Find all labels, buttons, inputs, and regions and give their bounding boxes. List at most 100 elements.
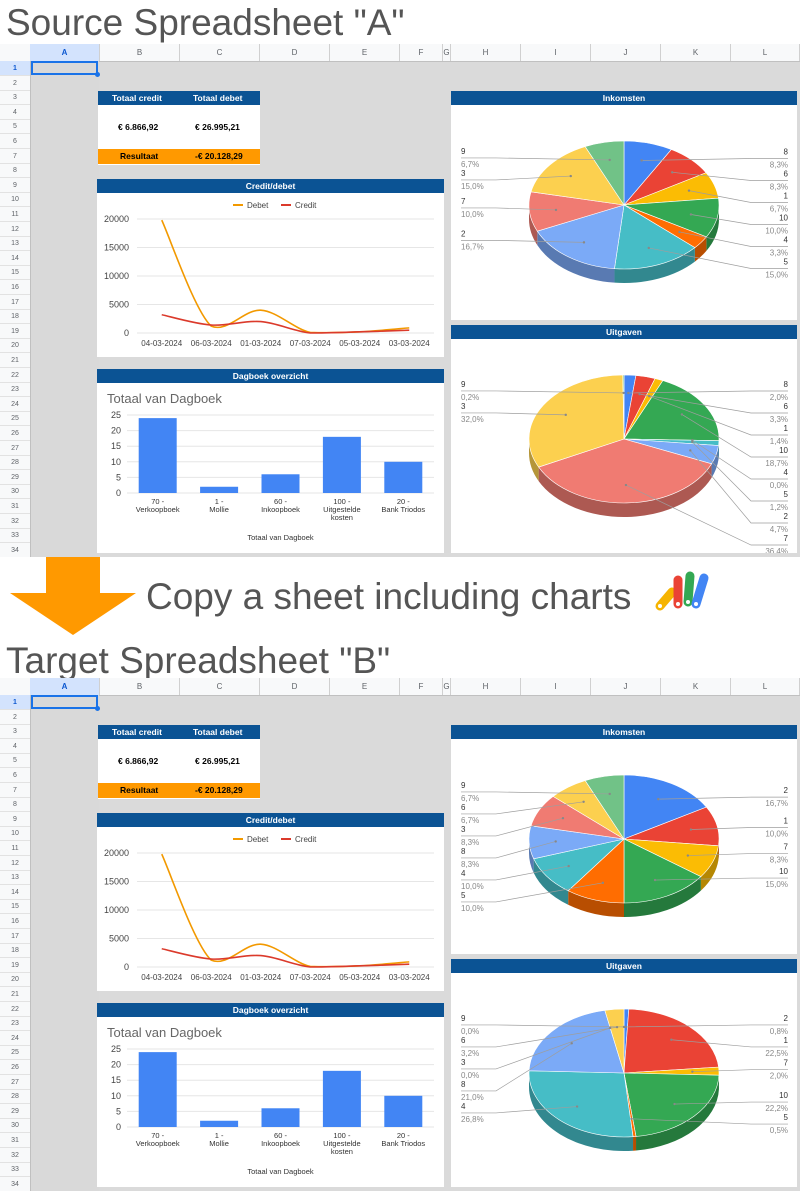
- row-header-22[interactable]: 22: [0, 1002, 30, 1017]
- row-header-2[interactable]: 2: [0, 76, 30, 91]
- credit-debet-chart[interactable]: Credit/debet 0500010000150002000004-03-2…: [97, 813, 444, 991]
- row-header-21[interactable]: 21: [0, 353, 30, 368]
- column-header-f[interactable]: F: [400, 678, 443, 695]
- inkomsten-chart[interactable]: Inkomsten 216,7%110,0%78,3%1015,0%96,7%6…: [451, 725, 797, 954]
- column-header-e[interactable]: E: [330, 678, 400, 695]
- row-header-15[interactable]: 15: [0, 265, 30, 280]
- row-header-23[interactable]: 23: [0, 382, 30, 397]
- row-header-28[interactable]: 28: [0, 455, 30, 470]
- column-header-d[interactable]: D: [260, 678, 330, 695]
- column-header-g[interactable]: G: [443, 678, 451, 695]
- row-header-5[interactable]: 5: [0, 753, 30, 768]
- row-header-20[interactable]: 20: [0, 338, 30, 353]
- column-header-a[interactable]: A: [30, 44, 100, 61]
- row-header-13[interactable]: 13: [0, 236, 30, 251]
- summary-table[interactable]: Totaal credit Totaal debet € 6.866,92 € …: [98, 91, 260, 165]
- row-header-29[interactable]: 29: [0, 1104, 30, 1119]
- column-a-cells[interactable]: [31, 61, 99, 557]
- column-header-l[interactable]: L: [731, 678, 800, 695]
- inkomsten-chart[interactable]: Inkomsten 88,3%68,3%16,7%1010,0%43,3%515…: [451, 91, 797, 320]
- row-header-2[interactable]: 2: [0, 710, 30, 725]
- row-header-32[interactable]: 32: [0, 514, 30, 529]
- column-header-h[interactable]: H: [451, 44, 521, 61]
- column-header-e[interactable]: E: [330, 44, 400, 61]
- row-header-26[interactable]: 26: [0, 426, 30, 441]
- row-header-18[interactable]: 18: [0, 943, 30, 958]
- row-header-24[interactable]: 24: [0, 397, 30, 412]
- dagboek-chart[interactable]: Dagboek overzicht Totaal van Dagboek0510…: [97, 1003, 444, 1187]
- row-header-16[interactable]: 16: [0, 280, 30, 295]
- row-header-8[interactable]: 8: [0, 797, 30, 812]
- column-header-i[interactable]: I: [521, 678, 591, 695]
- row-header-11[interactable]: 11: [0, 841, 30, 856]
- row-header-4[interactable]: 4: [0, 105, 30, 120]
- column-header-k[interactable]: K: [661, 678, 731, 695]
- column-header-f[interactable]: F: [400, 44, 443, 61]
- row-header-20[interactable]: 20: [0, 972, 30, 987]
- selected-cell-a1[interactable]: [31, 695, 98, 709]
- row-header-14[interactable]: 14: [0, 885, 30, 900]
- column-header-h[interactable]: H: [451, 678, 521, 695]
- row-header-4[interactable]: 4: [0, 739, 30, 754]
- row-header-30[interactable]: 30: [0, 484, 30, 499]
- row-header-34[interactable]: 34: [0, 543, 30, 557]
- row-header-12[interactable]: 12: [0, 856, 30, 871]
- column-header-g[interactable]: G: [443, 44, 451, 61]
- row-header-1[interactable]: 1: [0, 695, 30, 710]
- column-header-k[interactable]: K: [661, 44, 731, 61]
- row-header-3[interactable]: 3: [0, 724, 30, 739]
- row-header-7[interactable]: 7: [0, 149, 30, 164]
- row-header-13[interactable]: 13: [0, 870, 30, 885]
- row-header-33[interactable]: 33: [0, 528, 30, 543]
- row-header-22[interactable]: 22: [0, 368, 30, 383]
- row-header-21[interactable]: 21: [0, 987, 30, 1002]
- row-header-7[interactable]: 7: [0, 783, 30, 798]
- row-header-8[interactable]: 8: [0, 163, 30, 178]
- row-header-18[interactable]: 18: [0, 309, 30, 324]
- column-header-d[interactable]: D: [260, 44, 330, 61]
- row-header-28[interactable]: 28: [0, 1089, 30, 1104]
- column-header-c[interactable]: C: [180, 678, 260, 695]
- row-header-31[interactable]: 31: [0, 1133, 30, 1148]
- row-header-27[interactable]: 27: [0, 1075, 30, 1090]
- column-header-l[interactable]: L: [731, 44, 800, 61]
- row-header-15[interactable]: 15: [0, 899, 30, 914]
- dagboek-chart[interactable]: Dagboek overzicht Totaal van Dagboek0510…: [97, 369, 444, 553]
- row-header-16[interactable]: 16: [0, 914, 30, 929]
- row-header-12[interactable]: 12: [0, 222, 30, 237]
- column-header-a[interactable]: A: [30, 678, 100, 695]
- row-header-10[interactable]: 10: [0, 826, 30, 841]
- row-header-3[interactable]: 3: [0, 90, 30, 105]
- row-header-32[interactable]: 32: [0, 1148, 30, 1163]
- credit-debet-chart[interactable]: Credit/debet 0500010000150002000004-03-2…: [97, 179, 444, 357]
- row-header-26[interactable]: 26: [0, 1060, 30, 1075]
- column-a-cells[interactable]: [31, 695, 99, 1191]
- row-header-9[interactable]: 9: [0, 812, 30, 827]
- row-header-19[interactable]: 19: [0, 324, 30, 339]
- column-header-i[interactable]: I: [521, 44, 591, 61]
- uitgaven-chart[interactable]: Uitgaven 82,0%63,3%11,4%1018,7%40,0%51,2…: [451, 325, 797, 553]
- row-header-6[interactable]: 6: [0, 134, 30, 149]
- row-header-30[interactable]: 30: [0, 1118, 30, 1133]
- row-header-14[interactable]: 14: [0, 251, 30, 266]
- row-header-17[interactable]: 17: [0, 929, 30, 944]
- column-header-c[interactable]: C: [180, 44, 260, 61]
- row-header-27[interactable]: 27: [0, 441, 30, 456]
- row-header-29[interactable]: 29: [0, 470, 30, 485]
- column-header-b[interactable]: B: [100, 44, 180, 61]
- row-header-5[interactable]: 5: [0, 119, 30, 134]
- row-header-9[interactable]: 9: [0, 178, 30, 193]
- row-header-23[interactable]: 23: [0, 1016, 30, 1031]
- row-header-24[interactable]: 24: [0, 1031, 30, 1046]
- column-header-j[interactable]: J: [591, 678, 661, 695]
- row-header-33[interactable]: 33: [0, 1162, 30, 1177]
- row-header-10[interactable]: 10: [0, 192, 30, 207]
- row-header-6[interactable]: 6: [0, 768, 30, 783]
- row-header-17[interactable]: 17: [0, 295, 30, 310]
- row-header-25[interactable]: 25: [0, 411, 30, 426]
- row-header-1[interactable]: 1: [0, 61, 30, 76]
- column-header-b[interactable]: B: [100, 678, 180, 695]
- summary-table[interactable]: Totaal credit Totaal debet € 6.866,92 € …: [98, 725, 260, 799]
- uitgaven-chart[interactable]: Uitgaven 20,8%122,5%72,0%1022,2%50,5%90,…: [451, 959, 797, 1187]
- selected-cell-a1[interactable]: [31, 61, 98, 75]
